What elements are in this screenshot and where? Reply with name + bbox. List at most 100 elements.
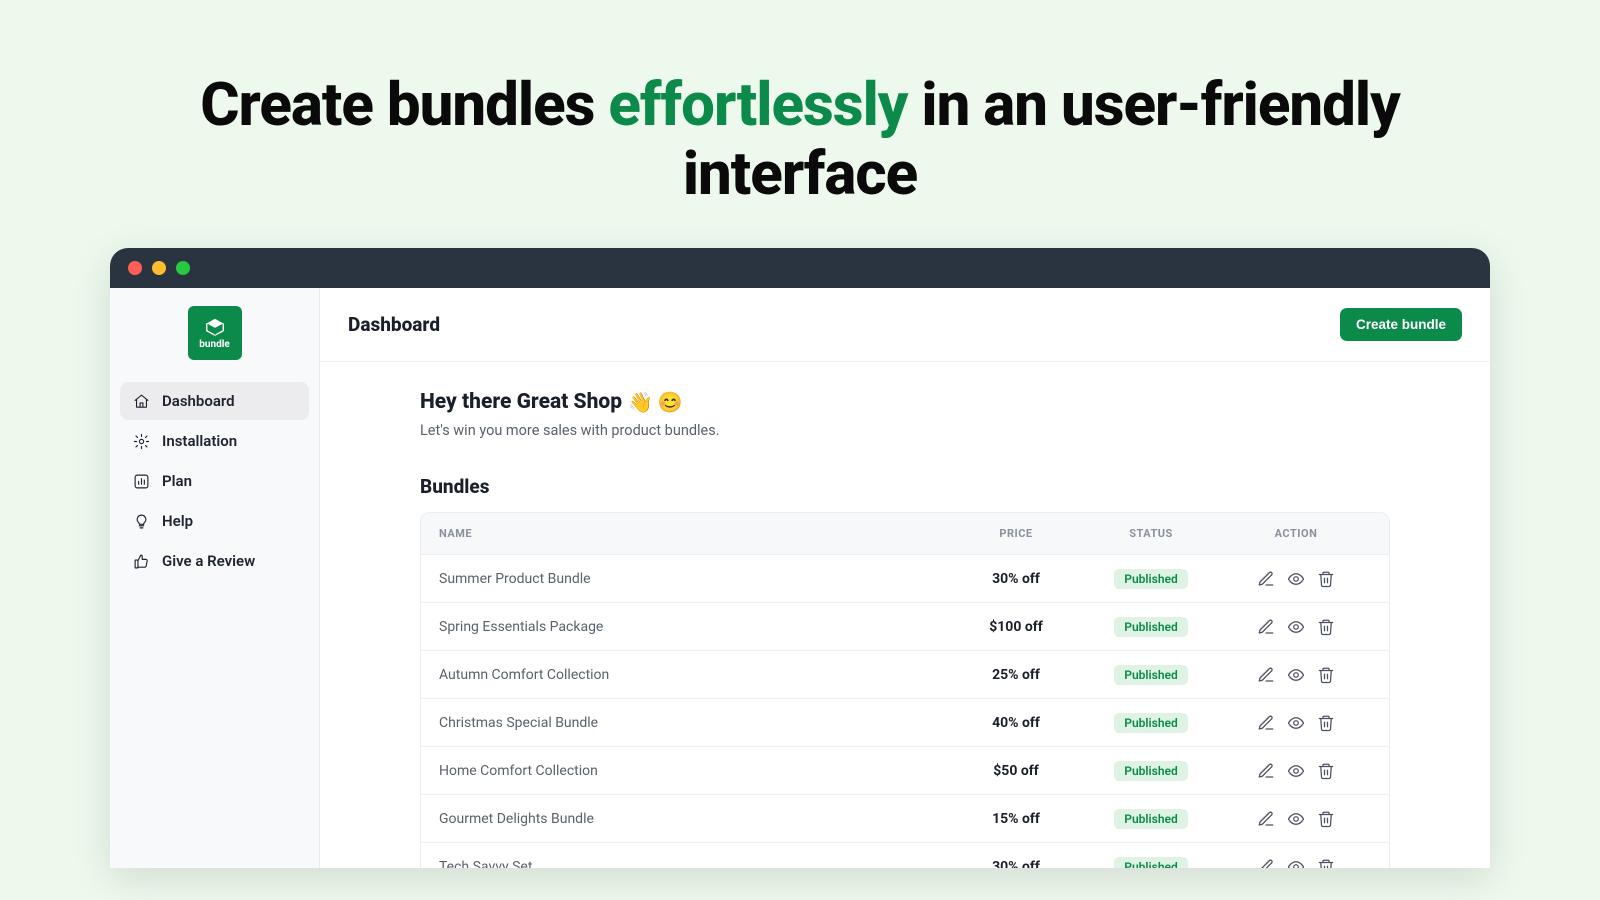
sidebar-item-plan[interactable]: Plan (120, 462, 309, 500)
table-row: Spring Essentials Package$100 off Publish… (421, 602, 1389, 650)
topbar: Dashboard Create bundle (320, 288, 1490, 362)
sidebar-item-label: Give a Review (162, 552, 255, 570)
window-minimize-dot[interactable] (152, 261, 166, 275)
edit-icon[interactable] (1257, 570, 1275, 588)
sidebar-item-label: Help (162, 512, 193, 530)
bundle-name: Gourmet Delights Bundle (439, 811, 951, 827)
view-icon[interactable] (1287, 762, 1305, 780)
bundle-name: Spring Essentials Package (439, 619, 951, 635)
col-name: NAME (439, 527, 951, 540)
edit-icon[interactable] (1257, 666, 1275, 684)
delete-icon[interactable] (1317, 666, 1335, 684)
table-row: Summer Product Bundle30% off Published (421, 554, 1389, 602)
page-title: Dashboard (348, 313, 440, 336)
bundle-actions (1221, 666, 1371, 684)
app-window: bundle Dashboard Installation Plan Help Give… (110, 248, 1490, 868)
bundle-actions (1221, 570, 1371, 588)
greeting-emoji: 👋 😊 (628, 390, 683, 414)
view-icon[interactable] (1287, 858, 1305, 869)
window-titlebar (110, 248, 1490, 288)
view-icon[interactable] (1287, 570, 1305, 588)
status-badge: Published (1114, 617, 1187, 637)
table-row: Gourmet Delights Bundle15% off Published (421, 794, 1389, 842)
section-title: Bundles (420, 475, 1390, 498)
sidebar-item-label: Dashboard (162, 392, 235, 410)
app-logo-text: bundle (199, 339, 230, 350)
bundle-price: 40% off (951, 715, 1081, 731)
table-row: Autumn Comfort Collection25% off Publishe… (421, 650, 1389, 698)
status-badge: Published (1114, 809, 1187, 829)
hero-text-before: Create bundles (200, 69, 608, 140)
sidebar-item-help[interactable]: Help (120, 502, 309, 540)
bundle-status: Published (1081, 856, 1221, 868)
bundle-price: 30% off (951, 571, 1081, 587)
bundle-price: 30% off (951, 859, 1081, 869)
bundle-actions (1221, 618, 1371, 636)
status-badge: Published (1114, 857, 1187, 868)
bulb-icon (132, 512, 150, 530)
delete-icon[interactable] (1317, 810, 1335, 828)
bundle-name: Home Comfort Collection (439, 763, 951, 779)
app-logo: bundle (188, 306, 242, 360)
bundle-price: 15% off (951, 811, 1081, 827)
sidebar: bundle Dashboard Installation Plan Help Give… (110, 288, 320, 868)
table-row: Christmas Special Bundle40% offPublished (421, 698, 1389, 746)
view-icon[interactable] (1287, 714, 1305, 732)
table-row: Home Comfort Collection$50 off Published (421, 746, 1389, 794)
edit-icon[interactable] (1257, 714, 1275, 732)
view-icon[interactable] (1287, 810, 1305, 828)
edit-icon[interactable] (1257, 858, 1275, 869)
bundle-actions (1221, 810, 1371, 828)
box-icon (202, 316, 228, 338)
sidebar-item-installation[interactable]: Installation (120, 422, 309, 460)
sidebar-item-label: Plan (162, 472, 192, 490)
edit-icon[interactable] (1257, 762, 1275, 780)
create-bundle-button[interactable]: Create bundle (1340, 308, 1462, 341)
delete-icon[interactable] (1317, 858, 1335, 869)
bundle-status: Published (1081, 616, 1221, 637)
bundle-name: Autumn Comfort Collection (439, 667, 951, 683)
status-badge: Published (1114, 665, 1187, 685)
delete-icon[interactable] (1317, 570, 1335, 588)
col-action: ACTION (1221, 527, 1371, 540)
home-icon (132, 392, 150, 410)
col-price: PRICE (951, 527, 1081, 540)
delete-icon[interactable] (1317, 714, 1335, 732)
bundle-actions (1221, 762, 1371, 780)
status-badge: Published (1114, 569, 1187, 589)
table-header: NAME PRICE STATUS ACTION (421, 513, 1389, 554)
edit-icon[interactable] (1257, 810, 1275, 828)
bundle-status: Published (1081, 808, 1221, 829)
edit-icon[interactable] (1257, 618, 1275, 636)
bundle-name: Christmas Special Bundle (439, 715, 951, 731)
bundle-actions (1221, 714, 1371, 732)
chart-icon (132, 472, 150, 490)
sidebar-item-label: Installation (162, 432, 237, 450)
bundle-price: $50 off (951, 763, 1081, 779)
bundle-actions (1221, 858, 1371, 869)
bundle-status: Published (1081, 760, 1221, 781)
thumbs-up-icon (132, 552, 150, 570)
window-close-dot[interactable] (128, 261, 142, 275)
hero-text-accent: effortlessly (608, 69, 907, 140)
delete-icon[interactable] (1317, 762, 1335, 780)
bundle-price: $100 off (951, 619, 1081, 635)
bundle-price: 25% off (951, 667, 1081, 683)
greeting-text: Hey there Great Shop (420, 390, 622, 414)
view-icon[interactable] (1287, 618, 1305, 636)
bundle-name: Summer Product Bundle (439, 571, 951, 587)
col-status: STATUS (1081, 527, 1221, 540)
bundle-status: Published (1081, 712, 1221, 733)
view-icon[interactable] (1287, 666, 1305, 684)
delete-icon[interactable] (1317, 618, 1335, 636)
sidebar-item-give-a-review[interactable]: Give a Review (120, 542, 309, 580)
hero-headline: Create bundles effortlessly in an user-f… (0, 0, 1600, 248)
sidebar-item-dashboard[interactable]: Dashboard (120, 382, 309, 420)
bundles-table: NAME PRICE STATUS ACTION Summer Product … (420, 512, 1390, 868)
greeting-subtitle: Let's win you more sales with product bu… (420, 422, 1390, 439)
status-badge: Published (1114, 761, 1187, 781)
window-zoom-dot[interactable] (176, 261, 190, 275)
main-area: Dashboard Create bundle Hey there Great … (320, 288, 1490, 868)
gear-icon (132, 432, 150, 450)
table-row: Tech Savvy Set30% offPublished (421, 842, 1389, 868)
